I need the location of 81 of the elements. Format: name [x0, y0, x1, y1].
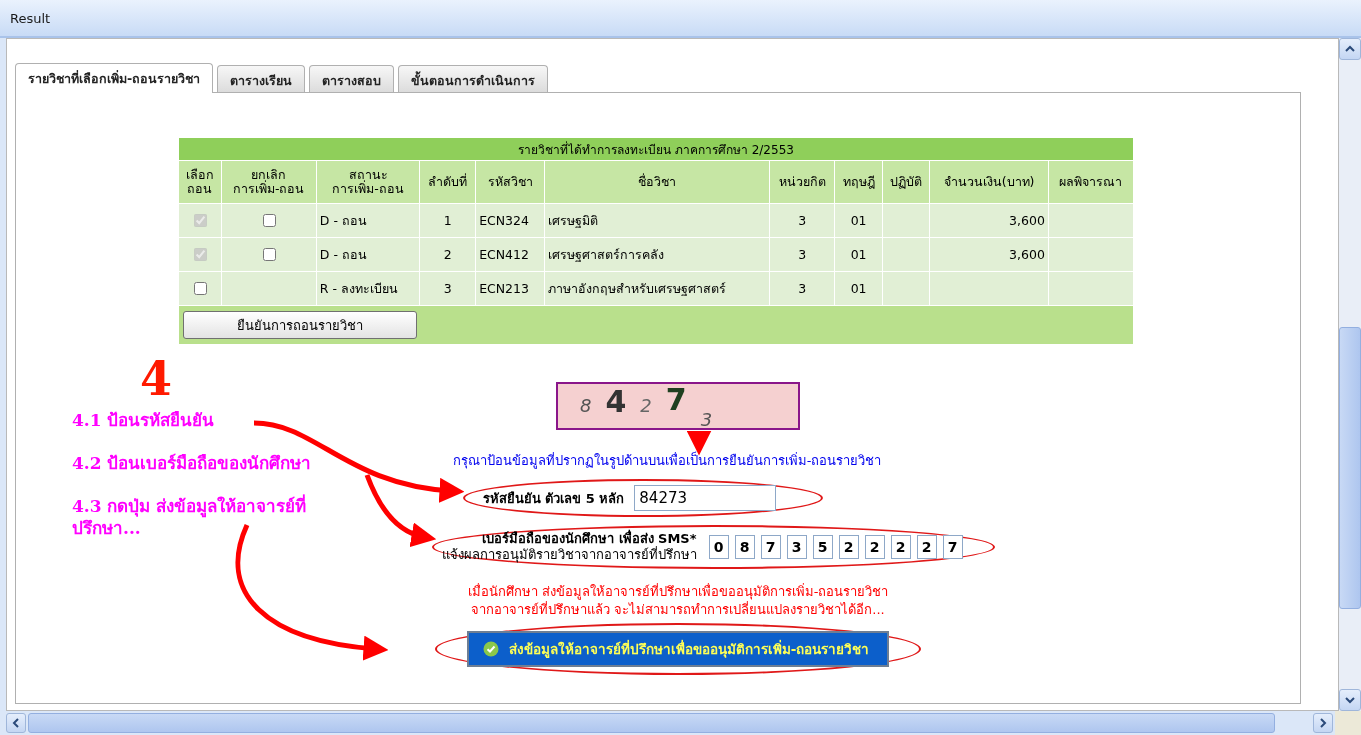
table-cell: ภาษาอังกฤษสำหรับเศรษฐศาสตร์	[548, 280, 727, 296]
table-cell: 01	[850, 213, 867, 228]
column-header: หน่วยกิต	[769, 160, 835, 204]
step-number: 4	[140, 355, 173, 403]
tab[interactable]: ตารางสอบ	[309, 65, 395, 92]
table-cell: เศรษฐมิติ	[548, 212, 599, 228]
table-cell: เศรษฐศาสตร์การคลัง	[548, 246, 665, 262]
column-header: ทฤษฎี	[834, 160, 883, 204]
captcha-character: 2	[640, 397, 652, 415]
digit-field[interactable]: 3	[786, 535, 807, 559]
scroll-down-button[interactable]	[1339, 689, 1361, 711]
annotation-text: 4.2 ป้อนเบอร์มือถือของนักศึกษา	[72, 452, 313, 474]
vertical-scrollbar[interactable]	[1339, 38, 1361, 711]
column-header: รหัสวิชา	[475, 160, 545, 204]
column-header: เลือก ถอน	[178, 160, 221, 204]
table-cell: R - ลงทะเบียน	[319, 280, 398, 296]
column-header: ลำดับที่	[419, 160, 476, 204]
table-cell: ECN324	[479, 213, 529, 228]
field-label: รหัสยืนยัน ตัวเลข 5 หลัก	[482, 489, 625, 508]
captcha-character: 8	[580, 397, 592, 415]
input-field[interactable]: 84273	[634, 485, 777, 511]
column-header: สถานะ การเพิ่ม-ถอน	[316, 160, 420, 204]
column-header: ปฏิบัติ	[882, 160, 930, 204]
table-cell: D - ถอน	[319, 246, 367, 262]
tab[interactable]: ขั้นตอนการดำเนินการ	[398, 65, 549, 92]
column-header: ชื่อวิชา	[544, 160, 770, 204]
instruction-text: กรุณาป้อนข้อมูลที่ปรากฏในรูปด้านบนเพื่อเป็นการยืนยันการเพิ่ม-ถอนรายวิชา	[452, 450, 882, 471]
scroll-right-button[interactable]	[1313, 713, 1333, 733]
chevron-left-icon	[12, 718, 20, 728]
digit-field[interactable]: 2	[864, 535, 885, 559]
checkbox[interactable]	[262, 248, 276, 261]
digit-field[interactable]: 7	[760, 535, 781, 559]
captcha-character: 7	[665, 385, 687, 415]
digit-field[interactable]: 2	[916, 535, 937, 559]
column-header: จำนวนเงิน(บาท)	[929, 160, 1049, 204]
window-title: Result	[10, 10, 51, 26]
tab[interactable]: ตารางเรียน	[217, 65, 306, 92]
scrollbar-corner	[1335, 711, 1361, 735]
chevron-down-icon	[1345, 696, 1355, 704]
column-header: ยกเลิก การเพิ่ม-ถอน	[221, 160, 317, 204]
table-cell: 3,600	[1009, 213, 1045, 228]
column-header: ผลพิจารณา	[1048, 160, 1134, 204]
table-cell: 3	[443, 281, 452, 296]
table-cell: 3	[798, 247, 807, 262]
field-label: แจ้งผลการอนุมัติรายวิชาจากอาจารย์ที่ปรึกษา	[441, 547, 697, 563]
scroll-thumb[interactable]	[28, 713, 1275, 733]
confirm-withdraw-button[interactable]: ยืนยันการถอนรายวิชา	[183, 311, 417, 339]
annotation-text: 4.3 กดปุ่ม ส่งข้อมูลให้อาจารย์ที่ปรึกษา...	[72, 495, 308, 539]
table-cell: 01	[850, 281, 867, 296]
table-cell: 3	[798, 213, 807, 228]
chevron-up-icon	[1345, 45, 1355, 53]
digit-field[interactable]: 2	[890, 535, 911, 559]
captcha-character: 4	[605, 387, 627, 417]
digit-field[interactable]: 2	[838, 535, 859, 559]
tab[interactable]: รายวิชาที่เลือกเพิ่ม-ถอนรายวิชา	[15, 63, 214, 93]
field-label: เบอร์มือถือของนักศึกษา เพื่อส่ง SMS*	[482, 531, 697, 546]
checkbox[interactable]	[193, 282, 207, 295]
digit-field[interactable]: 8	[734, 535, 755, 559]
digit-field[interactable]: 0	[708, 535, 729, 559]
scroll-up-button[interactable]	[1339, 38, 1361, 60]
check-icon	[482, 641, 499, 657]
table-cell: 1	[443, 213, 452, 228]
scroll-left-button[interactable]	[6, 713, 26, 733]
digit-field[interactable]: 7	[942, 535, 963, 559]
chevron-right-icon	[1319, 718, 1327, 728]
table-cell: D - ถอน	[319, 212, 367, 228]
scroll-thumb[interactable]	[1339, 327, 1361, 609]
warning-text: เมื่อนักศึกษา ส่งข้อมูลให้อาจารย์ที่ปรึกษาเพื่อขออนุมัติการเพิ่ม-ถอนรายวิชา	[467, 583, 889, 600]
table-cell: 01	[850, 247, 867, 262]
captcha-character: 3	[700, 411, 713, 429]
table-caption: รายวิชาที่ได้ทำการลงทะเบียน ภาคการศึกษา 2/2553	[178, 137, 1134, 161]
digit-field[interactable]: 5	[812, 535, 833, 559]
table-cell: ECN412	[479, 247, 529, 262]
table-cell: 3,600	[1009, 247, 1045, 262]
annotation-text: 4.1 ป้อนรหัสยืนยัน	[72, 409, 216, 431]
checkbox[interactable]	[262, 214, 276, 227]
warning-text: จากอาจารย์ที่ปรึกษาแล้ว จะไม่สามารถทำการเปลี่ยนแปลงรายวิชาได้อีก...	[471, 601, 885, 619]
submit-button[interactable]: ส่งข้อมูลให้อาจารย์ที่ปรึกษาเพื่อขออนุมัติการเพิ่ม-ถอนรายวิชา	[466, 631, 890, 667]
table-cell: 2	[443, 247, 452, 262]
table-cell: 3	[798, 281, 807, 296]
table-cell: ECN213	[479, 281, 529, 296]
